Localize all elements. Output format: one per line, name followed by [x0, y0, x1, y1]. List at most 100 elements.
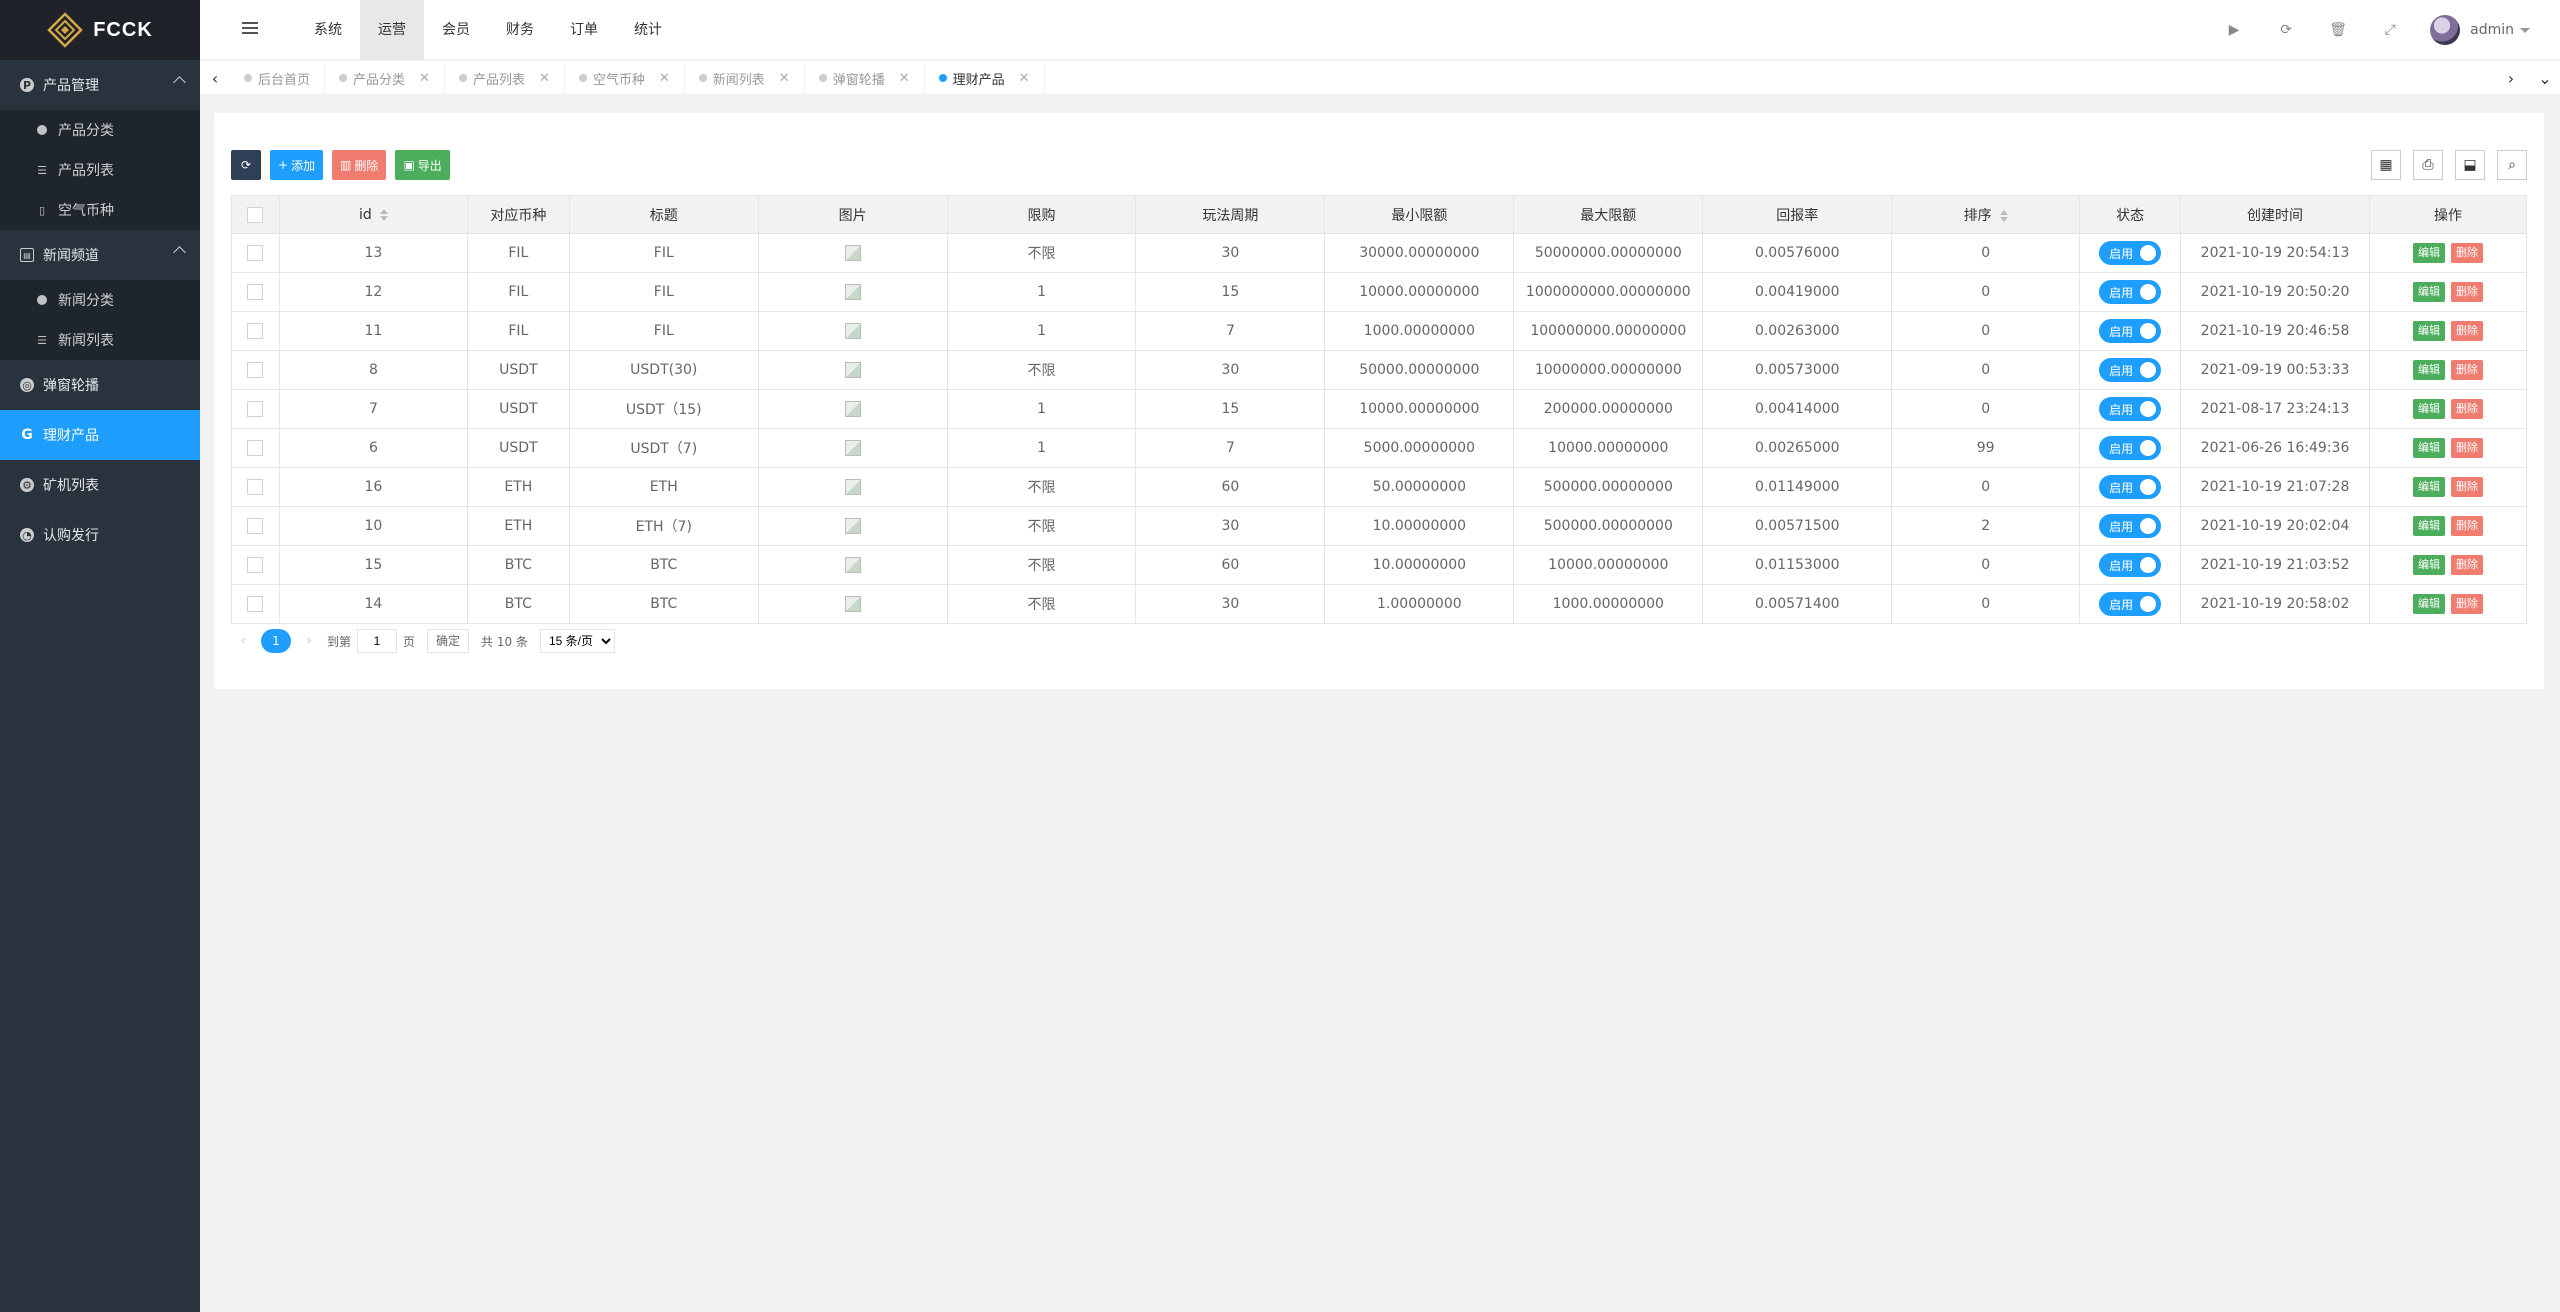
row-checkbox[interactable]	[247, 557, 264, 573]
tab-product-list[interactable]: 产品列表 ✕	[445, 61, 565, 95]
delete-row-button[interactable]: 删除	[2450, 243, 2483, 263]
sidebar-item-news-list[interactable]: ☰ 新闻列表	[0, 320, 200, 360]
current-page[interactable]: 1	[261, 629, 291, 653]
close-icon[interactable]: ✕	[779, 71, 790, 86]
product-image[interactable]	[844, 401, 861, 417]
user-menu[interactable]: admin	[2416, 0, 2560, 60]
search-icon[interactable]: ⌕	[2497, 150, 2527, 180]
delete-row-button[interactable]: 删除	[2450, 321, 2483, 341]
edit-button[interactable]: 编辑	[2412, 555, 2445, 575]
edit-button[interactable]: 编辑	[2412, 438, 2445, 458]
print-icon[interactable]: ⎙	[2413, 150, 2443, 180]
product-image[interactable]	[844, 479, 861, 495]
status-toggle[interactable]: 启用	[2099, 397, 2162, 421]
refresh-button[interactable]: ⟳	[231, 150, 261, 180]
sidebar-item-air-coin[interactable]: ▯ 空气币种	[0, 190, 200, 230]
row-checkbox[interactable]	[247, 245, 264, 261]
tab-news-list[interactable]: 新闻列表 ✕	[685, 61, 805, 95]
sidebar-item-product-list[interactable]: ☰ 产品列表	[0, 150, 200, 190]
delete-row-button[interactable]: 删除	[2450, 438, 2483, 458]
trash-icon[interactable]: 🗑	[2312, 0, 2364, 60]
edit-button[interactable]: 编辑	[2412, 243, 2445, 263]
top-menu-operations[interactable]: 运营	[360, 0, 424, 60]
row-checkbox[interactable]	[247, 362, 264, 378]
top-menu-system[interactable]: 系统	[296, 0, 360, 60]
select-all-checkbox[interactable]	[247, 206, 264, 223]
row-checkbox[interactable]	[247, 284, 264, 300]
close-icon[interactable]: ✕	[539, 71, 550, 86]
close-icon[interactable]: ✕	[419, 71, 430, 86]
add-button[interactable]: + 添加	[270, 150, 324, 180]
edit-button[interactable]: 编辑	[2412, 594, 2445, 614]
sidebar-item-popup-carousel[interactable]: ◎ 弹窗轮播	[0, 360, 200, 410]
status-toggle[interactable]: 启用	[2099, 241, 2162, 265]
status-toggle[interactable]: 启用	[2099, 358, 2162, 382]
status-toggle[interactable]: 启用	[2099, 514, 2162, 538]
sidebar-item-product-management[interactable]: P 产品管理	[0, 60, 200, 110]
columns-icon[interactable]: ▦	[2371, 150, 2401, 180]
status-toggle[interactable]: 启用	[2099, 592, 2162, 616]
product-image[interactable]	[844, 557, 861, 573]
sidebar-item-subscription-issue[interactable]: ◔ 认购发行	[0, 510, 200, 560]
top-menu-members[interactable]: 会员	[424, 0, 488, 60]
play-icon[interactable]: ▶	[2208, 0, 2260, 60]
close-icon[interactable]: ✕	[659, 71, 670, 86]
sidebar-item-news-category[interactable]: 新闻分类	[0, 280, 200, 320]
prev-page-icon[interactable]: ‹	[231, 633, 255, 649]
delete-row-button[interactable]: 删除	[2450, 555, 2483, 575]
page-input[interactable]	[357, 629, 398, 653]
tab-air-coin[interactable]: 空气币种 ✕	[565, 61, 685, 95]
delete-row-button[interactable]: 删除	[2450, 282, 2483, 302]
tab-dashboard[interactable]: 后台首页	[230, 61, 326, 95]
edit-button[interactable]: 编辑	[2412, 399, 2445, 419]
status-toggle[interactable]: 启用	[2099, 475, 2162, 499]
delete-row-button[interactable]: 删除	[2450, 399, 2483, 419]
status-toggle[interactable]: 启用	[2099, 436, 2162, 460]
status-toggle[interactable]: 启用	[2099, 280, 2162, 304]
status-toggle[interactable]: 启用	[2099, 319, 2162, 343]
tab-popup-carousel[interactable]: 弹窗轮播 ✕	[805, 61, 925, 95]
logo[interactable]: FCCK	[0, 0, 200, 60]
product-image[interactable]	[844, 284, 861, 300]
edit-button[interactable]: 编辑	[2412, 477, 2445, 497]
sort-icon[interactable]	[1999, 209, 2008, 222]
confirm-page-button[interactable]: 确定	[427, 629, 470, 653]
sort-icon[interactable]	[379, 208, 388, 221]
delete-button[interactable]: ▥ 删除	[332, 150, 387, 180]
row-checkbox[interactable]	[247, 323, 264, 339]
sidebar-item-product-category[interactable]: 产品分类	[0, 110, 200, 150]
delete-row-button[interactable]: 删除	[2450, 360, 2483, 380]
product-image[interactable]	[844, 323, 861, 339]
product-image[interactable]	[844, 245, 861, 261]
page-size-select[interactable]: 15 条/页	[539, 629, 615, 653]
top-menu-stats[interactable]: 统计	[616, 0, 680, 60]
tabs-prev-icon[interactable]: ‹	[200, 61, 230, 95]
close-icon[interactable]: ✕	[899, 71, 910, 86]
status-toggle[interactable]: 启用	[2099, 553, 2162, 577]
product-image[interactable]	[844, 596, 861, 612]
product-image[interactable]	[844, 362, 861, 378]
edit-button[interactable]: 编辑	[2412, 360, 2445, 380]
menu-toggle-icon[interactable]	[242, 22, 258, 36]
top-menu-orders[interactable]: 订单	[552, 0, 616, 60]
top-menu-finance[interactable]: 财务	[488, 0, 552, 60]
sidebar-item-news-channel[interactable]: ▤ 新闻频道	[0, 230, 200, 280]
delete-row-button[interactable]: 删除	[2450, 516, 2483, 536]
delete-row-button[interactable]: 删除	[2450, 594, 2483, 614]
tab-product-category[interactable]: 产品分类 ✕	[325, 61, 445, 95]
refresh-icon[interactable]: ⟳	[2260, 0, 2312, 60]
col-sort[interactable]: 排序	[1891, 195, 2081, 234]
export-button[interactable]: ▣ 导出	[395, 150, 450, 180]
product-image[interactable]	[844, 518, 861, 534]
delete-row-button[interactable]: 删除	[2450, 477, 2483, 497]
col-id[interactable]: id	[278, 195, 468, 234]
edit-button[interactable]: 编辑	[2412, 282, 2445, 302]
row-checkbox[interactable]	[247, 401, 264, 417]
product-image[interactable]	[844, 440, 861, 456]
row-checkbox[interactable]	[247, 596, 264, 612]
edit-button[interactable]: 编辑	[2412, 321, 2445, 341]
edit-button[interactable]: 编辑	[2412, 516, 2445, 536]
tab-finance-products[interactable]: 理财产品 ✕	[925, 61, 1045, 95]
export-file-icon[interactable]: ⬓	[2455, 150, 2485, 180]
tabs-next-icon[interactable]: ›	[2496, 61, 2526, 95]
